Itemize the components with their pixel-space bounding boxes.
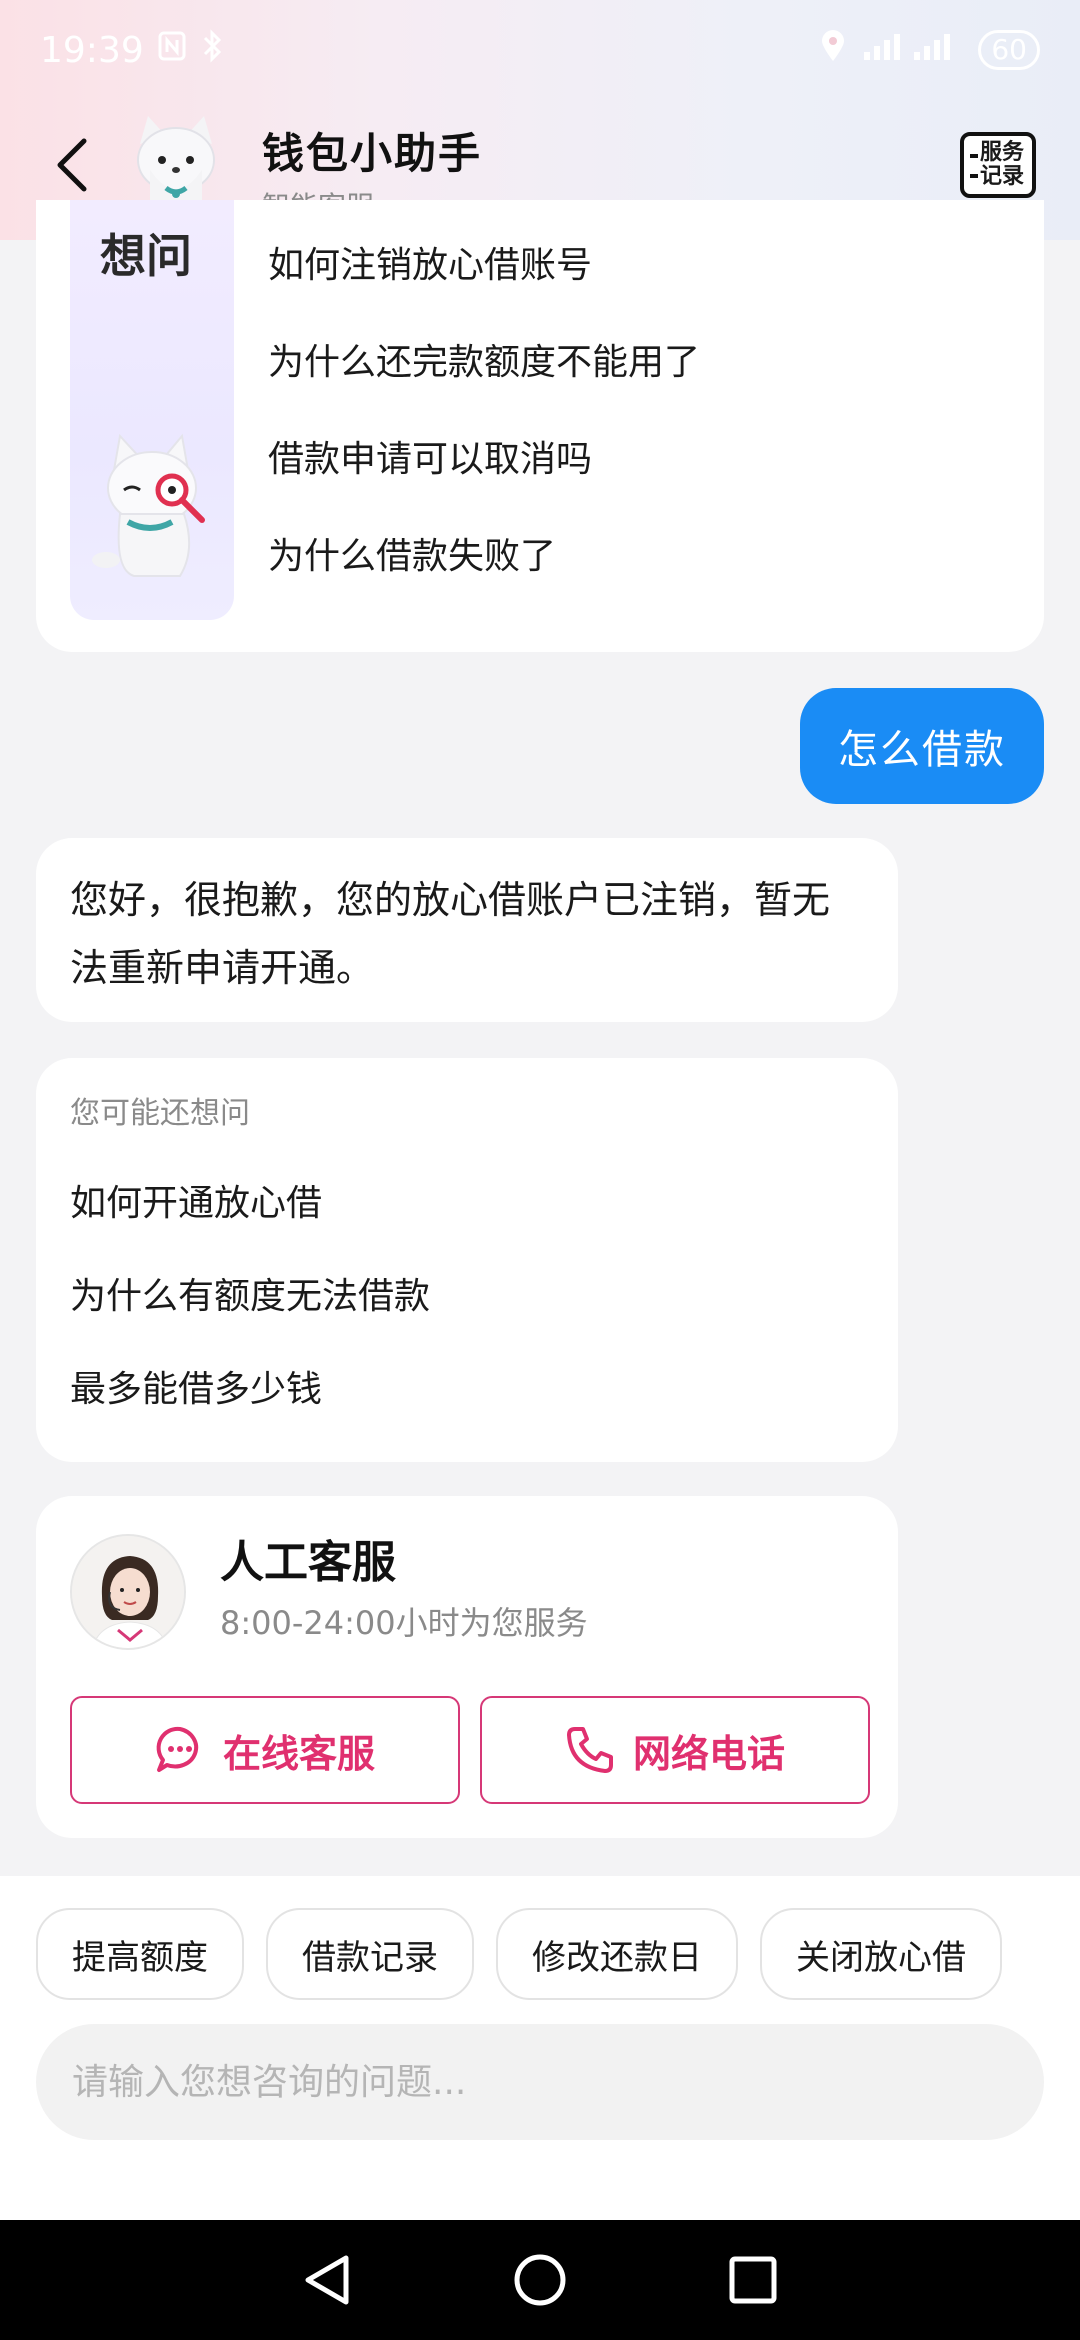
service-record-button[interactable]: 服务记录 bbox=[960, 132, 1036, 198]
human-agent-card: 人工客服 8:00-24:00小时为您服务 在线客服 网络电话 bbox=[36, 1496, 898, 1838]
online-service-label: 在线客服 bbox=[222, 1731, 375, 1776]
location-icon bbox=[820, 29, 846, 72]
system-navigation-bar bbox=[0, 2220, 1080, 2340]
faq-card: 想问 如何注销放心借账号 为什么还完款额度不能用了 借款申请可以取消吗 为什么借… bbox=[36, 200, 1044, 652]
faq-item[interactable]: 借款申请可以取消吗 bbox=[268, 438, 700, 535]
suggestion-title: 您可能还想问 bbox=[70, 1096, 250, 1131]
system-back-button[interactable] bbox=[292, 2245, 362, 2315]
suggestion-item[interactable]: 最多能借多少钱 bbox=[70, 1340, 864, 1433]
faq-item[interactable]: 如何注销放心借账号 bbox=[268, 244, 700, 341]
chat-icon bbox=[156, 1726, 199, 1772]
system-recents-button[interactable] bbox=[718, 2245, 788, 2315]
suggestion-item[interactable]: 如何开通放心借 bbox=[70, 1154, 864, 1247]
quick-chip[interactable]: 提高额度 bbox=[36, 1908, 244, 2000]
back-button[interactable] bbox=[44, 130, 100, 200]
signal-icon bbox=[862, 30, 962, 71]
bot-reply-bubble: 您好，很抱歉，您的放心借账户已注销，暂无法重新申请开通。 bbox=[36, 838, 898, 1022]
square-recents-icon bbox=[729, 2256, 777, 2304]
bluetooth-icon bbox=[200, 28, 226, 72]
triangle-back-icon bbox=[305, 2255, 349, 2305]
quick-chip[interactable]: 修改还款日 bbox=[496, 1908, 738, 2000]
faq-item[interactable]: 为什么借款失败了 bbox=[268, 535, 700, 632]
agent-avatar bbox=[70, 1534, 186, 1650]
page-title: 钱包小助手 bbox=[262, 129, 483, 178]
faq-item[interactable]: 为什么还完款额度不能用了 bbox=[268, 341, 700, 438]
system-home-button[interactable] bbox=[505, 2245, 575, 2315]
phone-icon bbox=[566, 1727, 613, 1773]
service-record-label: 服务记录 bbox=[979, 140, 1024, 189]
bottom-input-area: 提高额度 借款记录 修改还款日 关闭放心借 bbox=[0, 1876, 1080, 2220]
agent-name: 人工客服 bbox=[220, 1537, 396, 1588]
quick-chip[interactable]: 关闭放心借 bbox=[760, 1908, 1002, 2000]
quick-chips: 提高额度 借款记录 修改还款日 关闭放心借 bbox=[36, 1908, 1002, 2000]
battery-icon: 60 bbox=[978, 30, 1040, 70]
mascot-cat-image bbox=[84, 430, 224, 580]
suggestion-card: 您可能还想问 如何开通放心借 为什么有额度无法借款 最多能借多少钱 bbox=[36, 1058, 898, 1462]
quick-chip[interactable]: 借款记录 bbox=[266, 1908, 474, 2000]
status-bar: 19:39 60 bbox=[0, 0, 1080, 100]
online-service-button[interactable]: 在线客服 bbox=[70, 1696, 460, 1804]
clock: 19:39 bbox=[40, 29, 144, 71]
suggestion-item[interactable]: 为什么有额度无法借款 bbox=[70, 1247, 864, 1340]
network-call-label: 网络电话 bbox=[632, 1731, 785, 1776]
user-message-bubble: 怎么借款 bbox=[800, 688, 1044, 804]
list-icon bbox=[970, 154, 978, 178]
circle-home-icon bbox=[514, 2254, 566, 2306]
faq-list: 如何注销放心借账号 为什么还完款额度不能用了 借款申请可以取消吗 为什么借款失败… bbox=[268, 244, 700, 632]
question-input[interactable] bbox=[36, 2024, 1044, 2140]
mascot-text: 想问 bbox=[100, 229, 192, 283]
mascot-panel: 想问 bbox=[70, 200, 234, 620]
nfc-icon bbox=[158, 30, 186, 71]
agent-hours: 8:00-24:00小时为您服务 bbox=[220, 1604, 588, 1642]
chevron-left-icon bbox=[57, 138, 87, 192]
network-call-button[interactable]: 网络电话 bbox=[480, 1696, 870, 1804]
